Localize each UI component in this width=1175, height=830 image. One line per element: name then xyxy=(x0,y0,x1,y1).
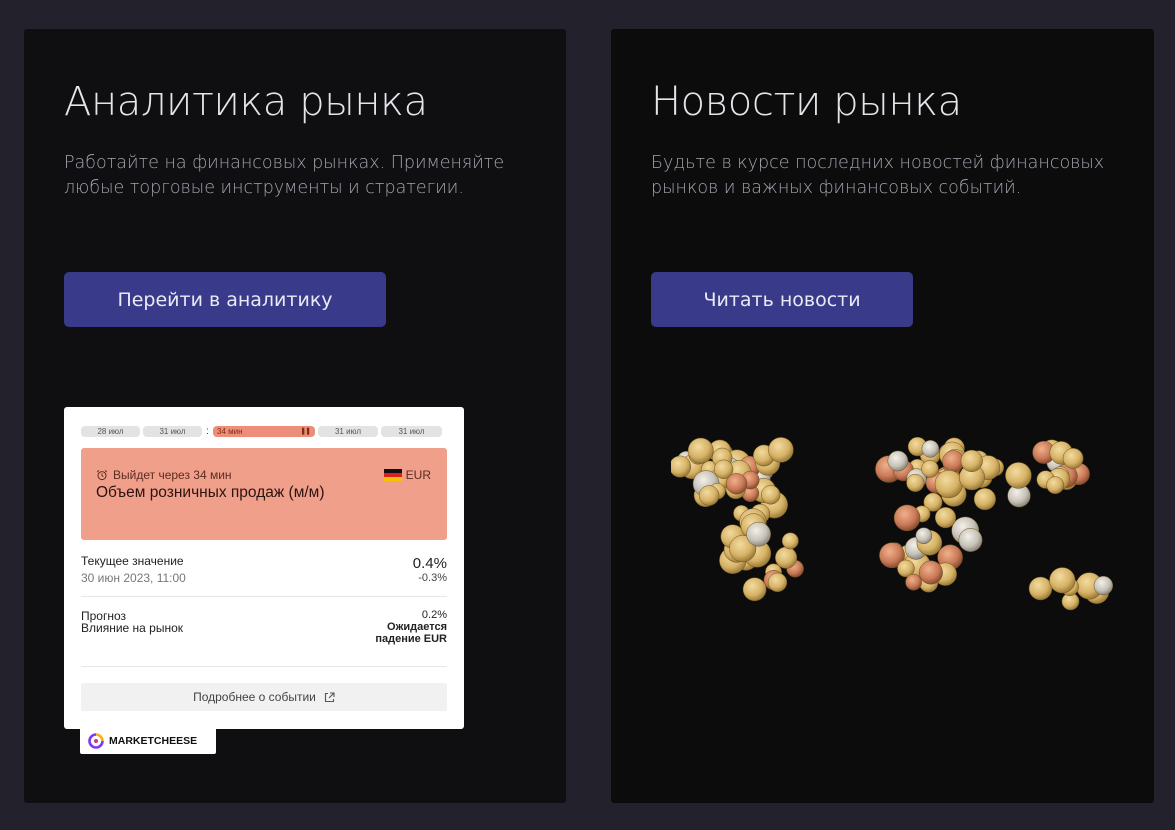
coin xyxy=(934,507,957,529)
timeline-separator: : xyxy=(206,426,209,437)
brand-name: MARKETCHEESE xyxy=(109,734,198,747)
germany-flag-icon xyxy=(383,469,402,481)
read-news-button[interactable]: Читать новости xyxy=(651,272,913,327)
coin xyxy=(671,455,692,478)
coin xyxy=(687,437,714,464)
analytics-card: Аналитика рынка Работайте на финансовых … xyxy=(24,29,566,803)
coin xyxy=(906,473,925,492)
currency-code: EUR xyxy=(405,468,431,482)
coin xyxy=(960,449,983,472)
current-value-date: 30 июн 2023, 11:00 xyxy=(81,571,186,585)
coin xyxy=(1093,575,1114,596)
coin xyxy=(1062,448,1084,469)
forecast-value: 0.2% xyxy=(421,609,447,621)
timeline-item[interactable]: 28 июл xyxy=(81,426,140,437)
coin xyxy=(934,470,963,499)
coin xyxy=(1049,567,1076,594)
coin-world-map-image xyxy=(671,436,1114,611)
divider xyxy=(81,666,447,667)
marketcheese-logo-icon xyxy=(88,732,104,749)
coin xyxy=(781,532,799,550)
news-title: Новости рынка xyxy=(651,79,962,125)
news-description: Будьте в курсе последних новостей финанс… xyxy=(651,153,1105,198)
external-link-icon xyxy=(324,691,335,702)
timeline-item[interactable]: 31 июл xyxy=(143,426,202,437)
current-change: -0.3% xyxy=(418,572,447,584)
coin xyxy=(761,485,781,505)
pause-icon[interactable]: ❚❚ xyxy=(300,426,311,437)
coin xyxy=(921,440,940,458)
coin xyxy=(775,546,798,569)
event-name: Объем розничных продаж (м/м) xyxy=(96,484,325,501)
event-details-label: Подробнее о событии xyxy=(193,690,316,704)
news-card: Новости рынка Будьте в курсе последних н… xyxy=(611,29,1154,803)
current-value-label: Текущее значение xyxy=(81,554,184,568)
impact-line-1: Ожидается xyxy=(387,621,447,633)
go-to-analytics-button[interactable]: Перейти в аналитику xyxy=(64,272,386,327)
coin-cluster xyxy=(671,436,1114,611)
impact-label: Влияние на рынок xyxy=(81,621,184,635)
divider xyxy=(81,596,447,597)
coin xyxy=(768,437,794,463)
timeline-item[interactable]: 31 июл xyxy=(318,426,378,437)
coin xyxy=(887,450,909,472)
coin xyxy=(921,460,939,478)
event-status-text: Выйдет через 34 мин xyxy=(113,468,232,482)
event-timeline: 28 июл 31 июл : 34 мин ❚❚ 31 июл 31 июл xyxy=(81,426,447,437)
impact-line-2: падение EUR xyxy=(375,633,447,645)
analytics-description: Работайте на финансовых рынках. Применяй… xyxy=(64,153,505,198)
timeline-active-label: 34 мин xyxy=(217,427,243,436)
coin xyxy=(767,572,788,593)
coin xyxy=(1005,462,1032,489)
coin xyxy=(915,527,933,545)
event-currency: EUR xyxy=(383,468,431,482)
event-highlight: Выйдет через 34 мин EUR Объем розничных … xyxy=(81,448,447,540)
analytics-title: Аналитика рынка xyxy=(64,79,428,125)
timeline-item[interactable]: 31 июл xyxy=(381,426,442,437)
coin xyxy=(725,473,748,495)
coin xyxy=(746,521,771,547)
coin xyxy=(958,528,983,552)
coin xyxy=(893,504,921,532)
coin xyxy=(1046,476,1065,495)
coin xyxy=(698,485,720,506)
event-details-button[interactable]: Подробнее о событии xyxy=(81,683,447,711)
event-status: Выйдет через 34 мин xyxy=(96,468,232,482)
coin xyxy=(973,488,996,511)
coin xyxy=(905,573,922,591)
coin xyxy=(742,577,767,602)
current-value: 0.4% xyxy=(412,555,447,572)
coin xyxy=(918,560,943,585)
coin xyxy=(1028,576,1053,601)
impact-value: Ожидается падение EUR xyxy=(375,621,447,645)
marketcheese-badge[interactable]: MARKETCHEESE xyxy=(80,727,216,754)
economic-calendar-widget: 28 июл 31 июл : 34 мин ❚❚ 31 июл 31 июл … xyxy=(64,407,464,729)
alarm-clock-icon xyxy=(96,470,108,481)
timeline-item-active[interactable]: 34 мин ❚❚ xyxy=(213,426,315,437)
